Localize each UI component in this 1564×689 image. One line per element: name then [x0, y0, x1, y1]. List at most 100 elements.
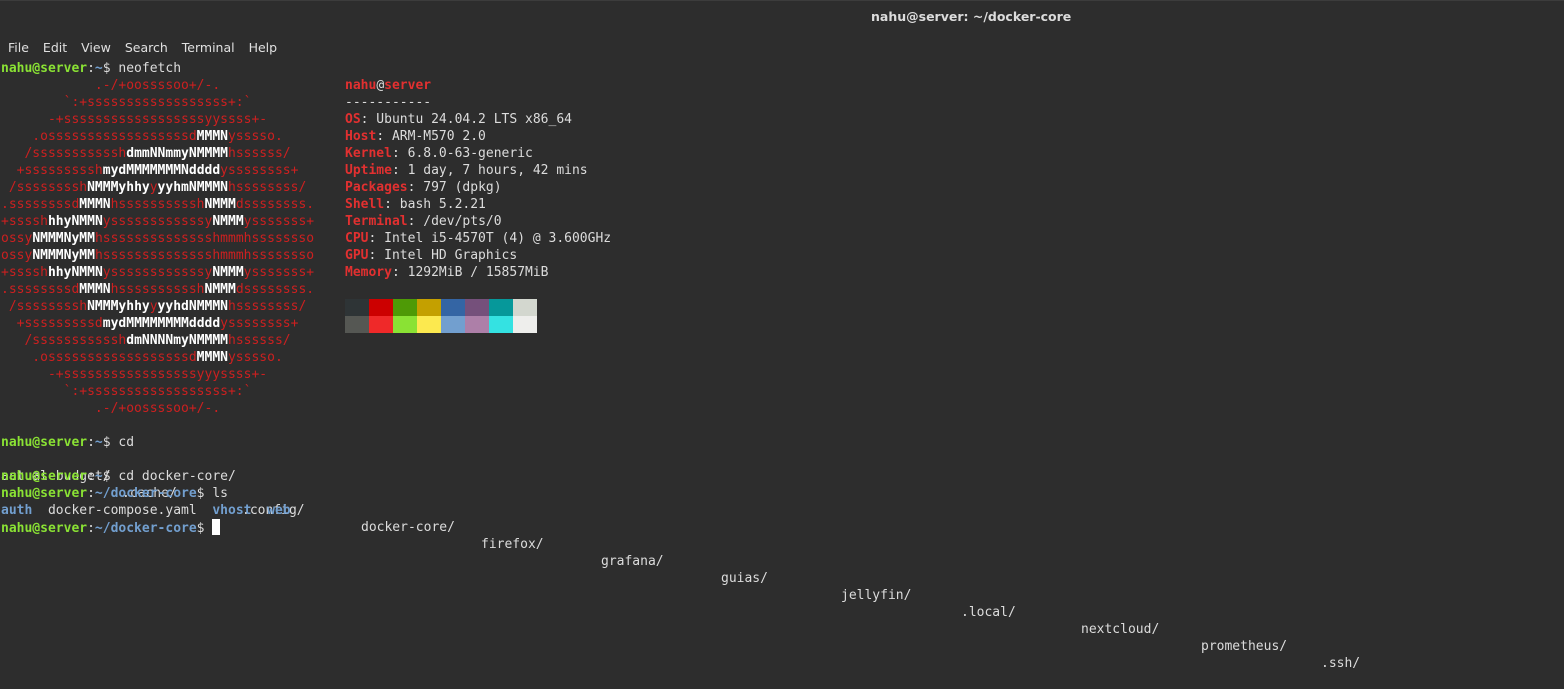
- palette-swatch: [417, 316, 441, 333]
- prompt-user-host: nahu@server: [1, 486, 88, 501]
- palette-swatch: [489, 299, 513, 316]
- palette-swatch: [393, 299, 417, 316]
- dir-vhost: vhost: [212, 503, 252, 518]
- palette-swatch: [417, 299, 441, 316]
- sysinfo-field: Host: ARM-M570 2.0: [345, 128, 486, 145]
- sysinfo-key: Host: [345, 129, 377, 144]
- sysinfo-value: : Intel HD Graphics: [368, 248, 518, 263]
- sysinfo-key: CPU: [345, 231, 369, 246]
- prompt-line-ls: nahu@server:~/docker-core$ ls: [1, 486, 228, 501]
- sysinfo-user: nahu: [345, 78, 377, 93]
- sysinfo-key: Uptime: [345, 163, 392, 178]
- prompt-symbol: $: [102, 469, 111, 484]
- ascii-art-line: -+sssssssssssssssssyyyssss+-: [1, 367, 268, 382]
- prompt-user-host: nahu@server: [1, 435, 88, 450]
- sysinfo-host: server: [384, 78, 432, 93]
- command-text: ls: [204, 486, 228, 501]
- menu-search[interactable]: Search: [118, 40, 175, 55]
- prompt-line-current[interactable]: nahu@server:~/docker-core$: [1, 519, 221, 536]
- list-item: firefox/: [481, 537, 544, 552]
- sysinfo-key: Shell: [345, 197, 385, 212]
- dir-web: web: [267, 503, 291, 518]
- dir-auth: auth: [1, 503, 33, 518]
- palette-swatch: [369, 316, 393, 333]
- sysinfo-value: : 797 (dpkg): [407, 180, 502, 195]
- sysinfo-key: Kernel: [345, 146, 392, 161]
- menu-edit[interactable]: Edit: [36, 40, 74, 55]
- prompt-user-host: nahu@server: [1, 61, 88, 76]
- command-text: cd docker-core/: [110, 469, 236, 484]
- ascii-art-line: `:+ssssssssssssssssss+:`: [1, 384, 252, 399]
- list-item: grafana/: [601, 554, 664, 569]
- sysinfo-field: OS: Ubuntu 24.04.2 LTS x86_64: [345, 111, 572, 128]
- prompt-symbol: $: [196, 521, 205, 536]
- sysinfo-key: Terminal: [345, 214, 408, 229]
- terminal-area[interactable]: nahu@server:~$ neofetch .-/+oossssoo+/-.…: [0, 59, 1564, 671]
- prompt-line-cd-docker: nahu@server:~$ cd docker-core/: [1, 469, 236, 484]
- sysinfo-field: Memory: 1292MiB / 15857MiB: [345, 264, 549, 281]
- list-item: guias/: [721, 571, 768, 586]
- menu-bar: File Edit View Search Terminal Help: [0, 36, 1564, 58]
- sysinfo-value: : 1292MiB / 15857MiB: [391, 265, 549, 280]
- sysinfo-header: nahu@server: [345, 77, 431, 94]
- menu-file[interactable]: File: [0, 40, 36, 55]
- ascii-art-line: /sssssssshNMMMyhhyyyyhdNMMMNhssssssss/: [1, 299, 307, 314]
- palette-swatch: [369, 299, 393, 316]
- command-text: cd: [110, 435, 135, 450]
- prompt-symbol: $: [102, 435, 111, 450]
- file-compose: docker-compose.yaml: [47, 503, 197, 518]
- title-bar: nahu@server: ~/docker-core: [0, 0, 1564, 35]
- list-item: docker-core/: [361, 520, 455, 535]
- palette-swatch: [513, 316, 537, 333]
- ascii-art-line: ossyNMMMNyMMhsssssssssssssshmmmhssssssso: [1, 248, 315, 263]
- sysinfo-value: : Intel i5-4570T (4) @ 3.600GHz: [368, 231, 612, 246]
- sysinfo-field: Terminal: /dev/pts/0: [345, 213, 502, 230]
- sysinfo-value: : Ubuntu 24.04.2 LTS x86_64: [360, 112, 572, 127]
- ascii-art-line: .ossssssssssssssssssdMMMNysssso.: [1, 350, 283, 365]
- ascii-art-line: `:+ssssssssssssssssss+:`: [1, 95, 252, 110]
- text-cursor: [212, 519, 221, 535]
- menu-terminal[interactable]: Terminal: [175, 40, 242, 55]
- list-item: nextcloud/: [1081, 622, 1160, 637]
- prompt-symbol: $: [102, 61, 111, 76]
- list-item: prometheus/: [1201, 639, 1288, 654]
- sysinfo-field: Kernel: 6.8.0-63-generic: [345, 145, 533, 162]
- ascii-art-line: .ossssssssssssssssssdMMMNysssso.: [1, 129, 283, 144]
- prompt-dir: ~/docker-core: [94, 521, 197, 536]
- docker-listing: auth docker-compose.yaml vhost web: [1, 502, 291, 519]
- sysinfo-key: Packages: [345, 180, 408, 195]
- list-item: .local/: [961, 605, 1016, 620]
- prompt-dir: ~: [94, 435, 103, 450]
- sysinfo-key: Memory: [345, 265, 392, 280]
- menu-view[interactable]: View: [74, 40, 118, 55]
- prompt-line-cd: nahu@server:~$ cd: [1, 435, 135, 450]
- ascii-art-line: /ssssssssssshdmmNNmmyNMMMMhssssss/: [1, 146, 291, 161]
- ascii-art-line: +sssssssssdmydMMMMMMMMddddyssssssss+: [1, 316, 299, 331]
- palette-swatch: [441, 316, 465, 333]
- sysinfo-field: CPU: Intel i5-4570T (4) @ 3.600GHz: [345, 230, 611, 247]
- sysinfo-value: : /dev/pts/0: [407, 214, 502, 229]
- sysinfo-value: : 6.8.0-63-generic: [391, 146, 533, 161]
- palette-swatch: [465, 316, 489, 333]
- sysinfo-value: : ARM-M570 2.0: [376, 129, 486, 144]
- prompt-dir: ~: [94, 469, 103, 484]
- palette-swatch: [465, 299, 489, 316]
- home-listing: actual-budget/ .cache/ .config/ docker-c…: [1, 451, 1501, 671]
- ascii-art-line: .ssssssssdMMMNhsssssssssshNMMMdssssssss.: [1, 197, 315, 212]
- list-item: .ssh/: [1321, 656, 1361, 671]
- prompt-line-neofetch: nahu@server:~$ neofetch: [1, 61, 182, 76]
- menu-help[interactable]: Help: [242, 40, 285, 55]
- window-title: nahu@server: ~/docker-core: [871, 9, 1072, 24]
- prompt-dir: ~: [94, 61, 103, 76]
- sysinfo-field: GPU: Intel HD Graphics: [345, 247, 517, 264]
- sysinfo-field: Shell: bash 5.2.21: [345, 196, 486, 213]
- ascii-art-line: .-/+oossssoo+/-.: [1, 401, 221, 416]
- ascii-art-line: ossyNMMMNyMMhsssssssssssssshmmmhssssssso: [1, 231, 315, 246]
- palette-swatch: [345, 299, 369, 316]
- palette-swatch: [489, 316, 513, 333]
- prompt-user-host: nahu@server: [1, 521, 88, 536]
- sysinfo-value: : 1 day, 7 hours, 42 mins: [391, 163, 588, 178]
- sysinfo-at: @: [376, 78, 385, 93]
- sysinfo-field: Packages: 797 (dpkg): [345, 179, 502, 196]
- sysinfo-key: GPU: [345, 248, 369, 263]
